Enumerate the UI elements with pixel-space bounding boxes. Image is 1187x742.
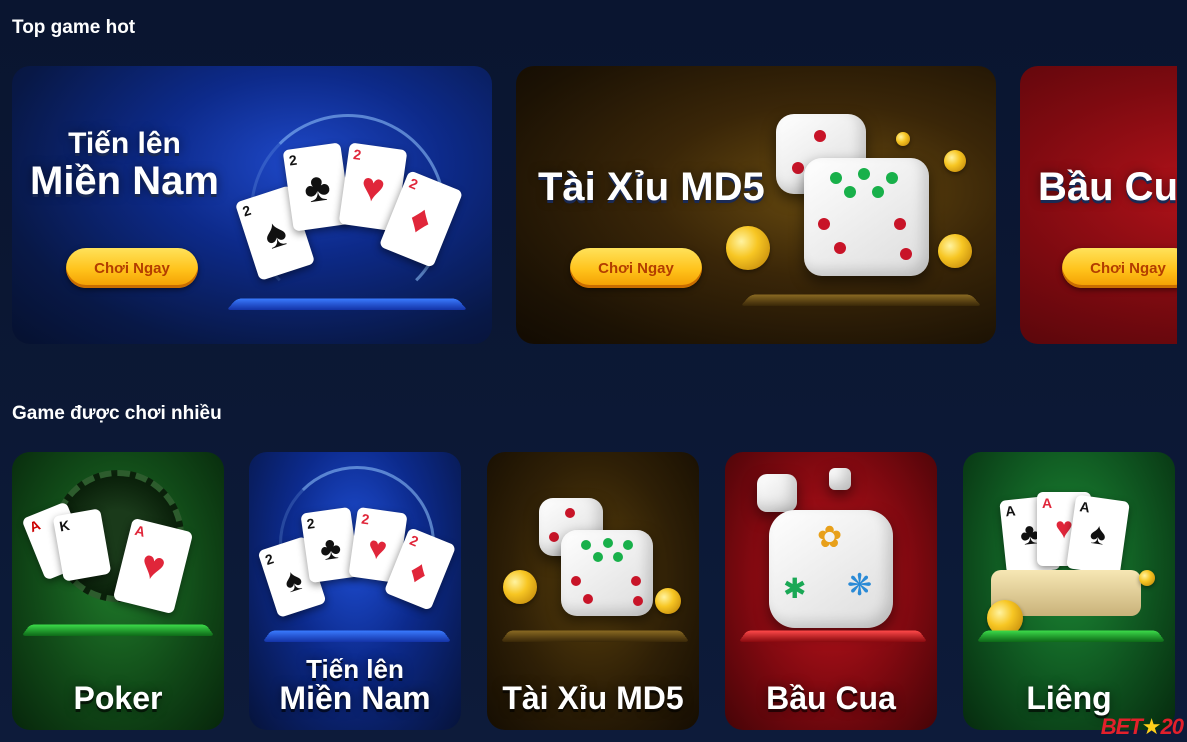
cards-illustration: 2 ♠ 2 ♣ 2 ♥ 2 ♦ <box>226 106 472 344</box>
play-now-button[interactable]: Chơi Ngay <box>1062 248 1177 288</box>
hot-card-bau-cua[interactable]: Bầu Cu Chơi Ngay <box>1020 66 1177 344</box>
watermark-text: BET <box>1100 714 1143 739</box>
lieng-illustration: A ♣ A ♥ A ♠ <box>963 452 1175 652</box>
stage-platform <box>976 630 1166 642</box>
poker-illustration: A K A ♥ <box>12 452 224 652</box>
game-card-lieng[interactable]: A ♣ A ♥ A ♠ Liêng <box>963 452 1175 730</box>
hot-card-title: Tiến lên Miền Nam <box>30 128 219 202</box>
popular-heading: Game được chơi nhiều <box>12 403 222 424</box>
stage-platform <box>500 630 690 642</box>
stage-platform <box>740 294 982 306</box>
bau-cua-illustration: ✿ ✱ ❋ <box>725 452 937 652</box>
stage-platform <box>262 630 452 642</box>
game-title-line2: Liêng <box>1026 680 1112 716</box>
hot-title-line1: Tiến lên <box>68 127 181 160</box>
bau-cua-dice-icon: ✿ ✱ ❋ <box>769 510 893 628</box>
coin-icon <box>896 132 910 146</box>
stage-platform <box>21 624 215 636</box>
game-card-tien-len[interactable]: 2 ♠ 2 ♣ 2 ♥ 2 ♦ Tiến lên Miền Nam <box>249 452 461 730</box>
hot-title-line2: Miền Nam <box>30 158 219 203</box>
game-title-line2: Poker <box>73 680 163 716</box>
watermark-number: 20 <box>1160 714 1185 739</box>
game-title-line2: Tài Xỉu MD5 <box>502 680 684 716</box>
popular-games-grid: A K A ♥ Poker 2 ♠ 2 ♣ 2 ♥ 2 ♦ Tiến lên Miền N… <box>12 452 1177 730</box>
hot-card-title: Bầu Cu <box>1038 166 1177 208</box>
game-title-line1: Tiến lên <box>306 654 404 684</box>
game-title: Tiến lên Miền Nam <box>249 656 461 714</box>
game-title: Bầu Cua <box>725 682 937 714</box>
coin-icon <box>938 234 972 268</box>
dice-icon <box>757 474 797 512</box>
coin-icon <box>655 588 681 614</box>
game-title-line2: Miền Nam <box>279 680 431 716</box>
top-hot-heading: Top game hot <box>12 17 136 38</box>
play-now-button[interactable]: Chơi Ngay <box>66 248 198 288</box>
game-card-bau-cua[interactable]: ✿ ✱ ❋ Bầu Cua <box>725 452 937 730</box>
crab-icon: ✱ <box>783 573 807 604</box>
card-icon: A ♠ <box>1066 494 1130 576</box>
dice-icon <box>804 158 929 276</box>
hot-card-tai-xiu[interactable]: Tài Xỉu MD5 Chơi Ngay <box>516 66 996 344</box>
game-title: Liêng <box>963 682 1175 714</box>
dice-illustration <box>726 106 996 344</box>
game-title: Poker <box>12 682 224 714</box>
play-now-button[interactable]: Chơi Ngay <box>570 248 702 288</box>
shrimp-icon: ✿ <box>817 521 843 554</box>
star-icon: ★ <box>1141 714 1162 739</box>
hot-card-tien-len[interactable]: Tiến lên Miền Nam Chơi Ngay 2 ♠ 2 ♣ 2 ♥ 2 ♦ <box>12 66 492 344</box>
fish-icon: ❋ <box>847 569 873 602</box>
game-title-line2: Bầu Cua <box>766 680 896 716</box>
game-title: Tài Xỉu MD5 <box>487 682 699 714</box>
dice-icon <box>829 468 851 490</box>
game-card-tai-xiu[interactable]: Tài Xỉu MD5 <box>487 452 699 730</box>
brand-watermark: BET★20 <box>1100 714 1185 740</box>
stage-platform <box>226 298 468 310</box>
coin-icon <box>1139 570 1155 586</box>
game-card-poker[interactable]: A K A ♥ Poker <box>12 452 224 730</box>
dice-icon <box>561 530 653 616</box>
stage-platform <box>738 630 928 642</box>
coin-icon <box>944 150 966 172</box>
coin-icon <box>726 226 770 270</box>
hot-games-carousel[interactable]: Tiến lên Miền Nam Chơi Ngay 2 ♠ 2 ♣ 2 ♥ 2 ♦ … <box>12 66 1177 344</box>
dice-illustration <box>487 452 699 652</box>
coin-icon <box>503 570 537 604</box>
hot-title-line2: Bầu Cu <box>1038 165 1177 209</box>
cards-illustration: 2 ♠ 2 ♣ 2 ♥ 2 ♦ <box>249 452 461 652</box>
